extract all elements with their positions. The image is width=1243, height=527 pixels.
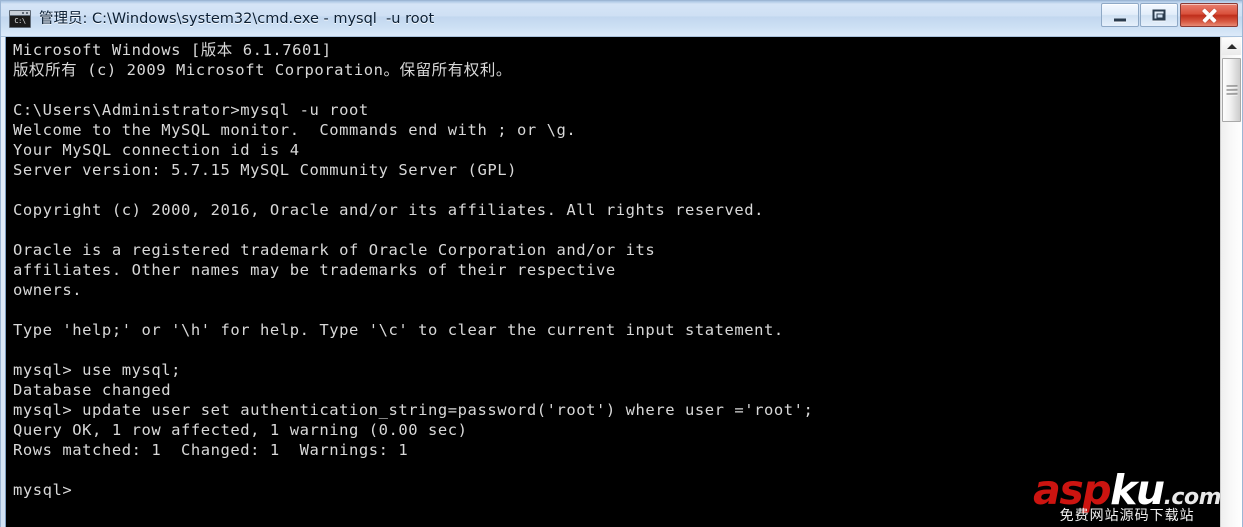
window-titlebar[interactable]: C:\ 管理员: C:\Windows\system32\cmd.exe - m… bbox=[1, 1, 1242, 37]
close-icon bbox=[1201, 7, 1218, 24]
maximize-button[interactable] bbox=[1140, 3, 1178, 27]
watermark-domain-suffix: .com bbox=[1163, 485, 1222, 510]
window-controls bbox=[1100, 3, 1238, 29]
watermark-logo-asp: asp bbox=[1033, 466, 1111, 514]
close-button[interactable] bbox=[1180, 3, 1238, 27]
watermark-subtitle: 免费网站源码下载站 bbox=[1059, 508, 1195, 524]
scroll-up-arrow-icon bbox=[1226, 44, 1237, 49]
console-text: Microsoft Windows [版本 6.1.7601] 版权所有 (c)… bbox=[13, 41, 814, 499]
window-title: 管理员: C:\Windows\system32\cmd.exe - mysql… bbox=[39, 11, 435, 27]
scroll-thumb-grip-icon bbox=[1226, 85, 1237, 95]
icon-dot-1 bbox=[22, 12, 24, 14]
scroll-thumb[interactable] bbox=[1222, 58, 1241, 122]
scroll-up-button[interactable] bbox=[1222, 38, 1241, 55]
icon-prompt-text: C:\ bbox=[10, 16, 30, 27]
cmd-window: C:\ 管理员: C:\Windows\system32\cmd.exe - m… bbox=[0, 0, 1243, 527]
icon-dot-2 bbox=[26, 12, 28, 14]
site-watermark: aspku.com 免费网站源码下载站 bbox=[1033, 470, 1221, 525]
watermark-logo-ku: ku bbox=[1110, 466, 1165, 514]
minimize-button[interactable] bbox=[1101, 3, 1139, 27]
console-scrollbar[interactable] bbox=[1220, 37, 1242, 527]
watermark-logo: aspku.com bbox=[1033, 470, 1221, 518]
cmd-console-icon: C:\ bbox=[9, 10, 31, 28]
maximize-icon bbox=[1152, 9, 1166, 21]
console-output-area[interactable]: Microsoft Windows [版本 6.1.7601] 版权所有 (c)… bbox=[5, 37, 1237, 527]
minimize-icon bbox=[1114, 18, 1126, 22]
